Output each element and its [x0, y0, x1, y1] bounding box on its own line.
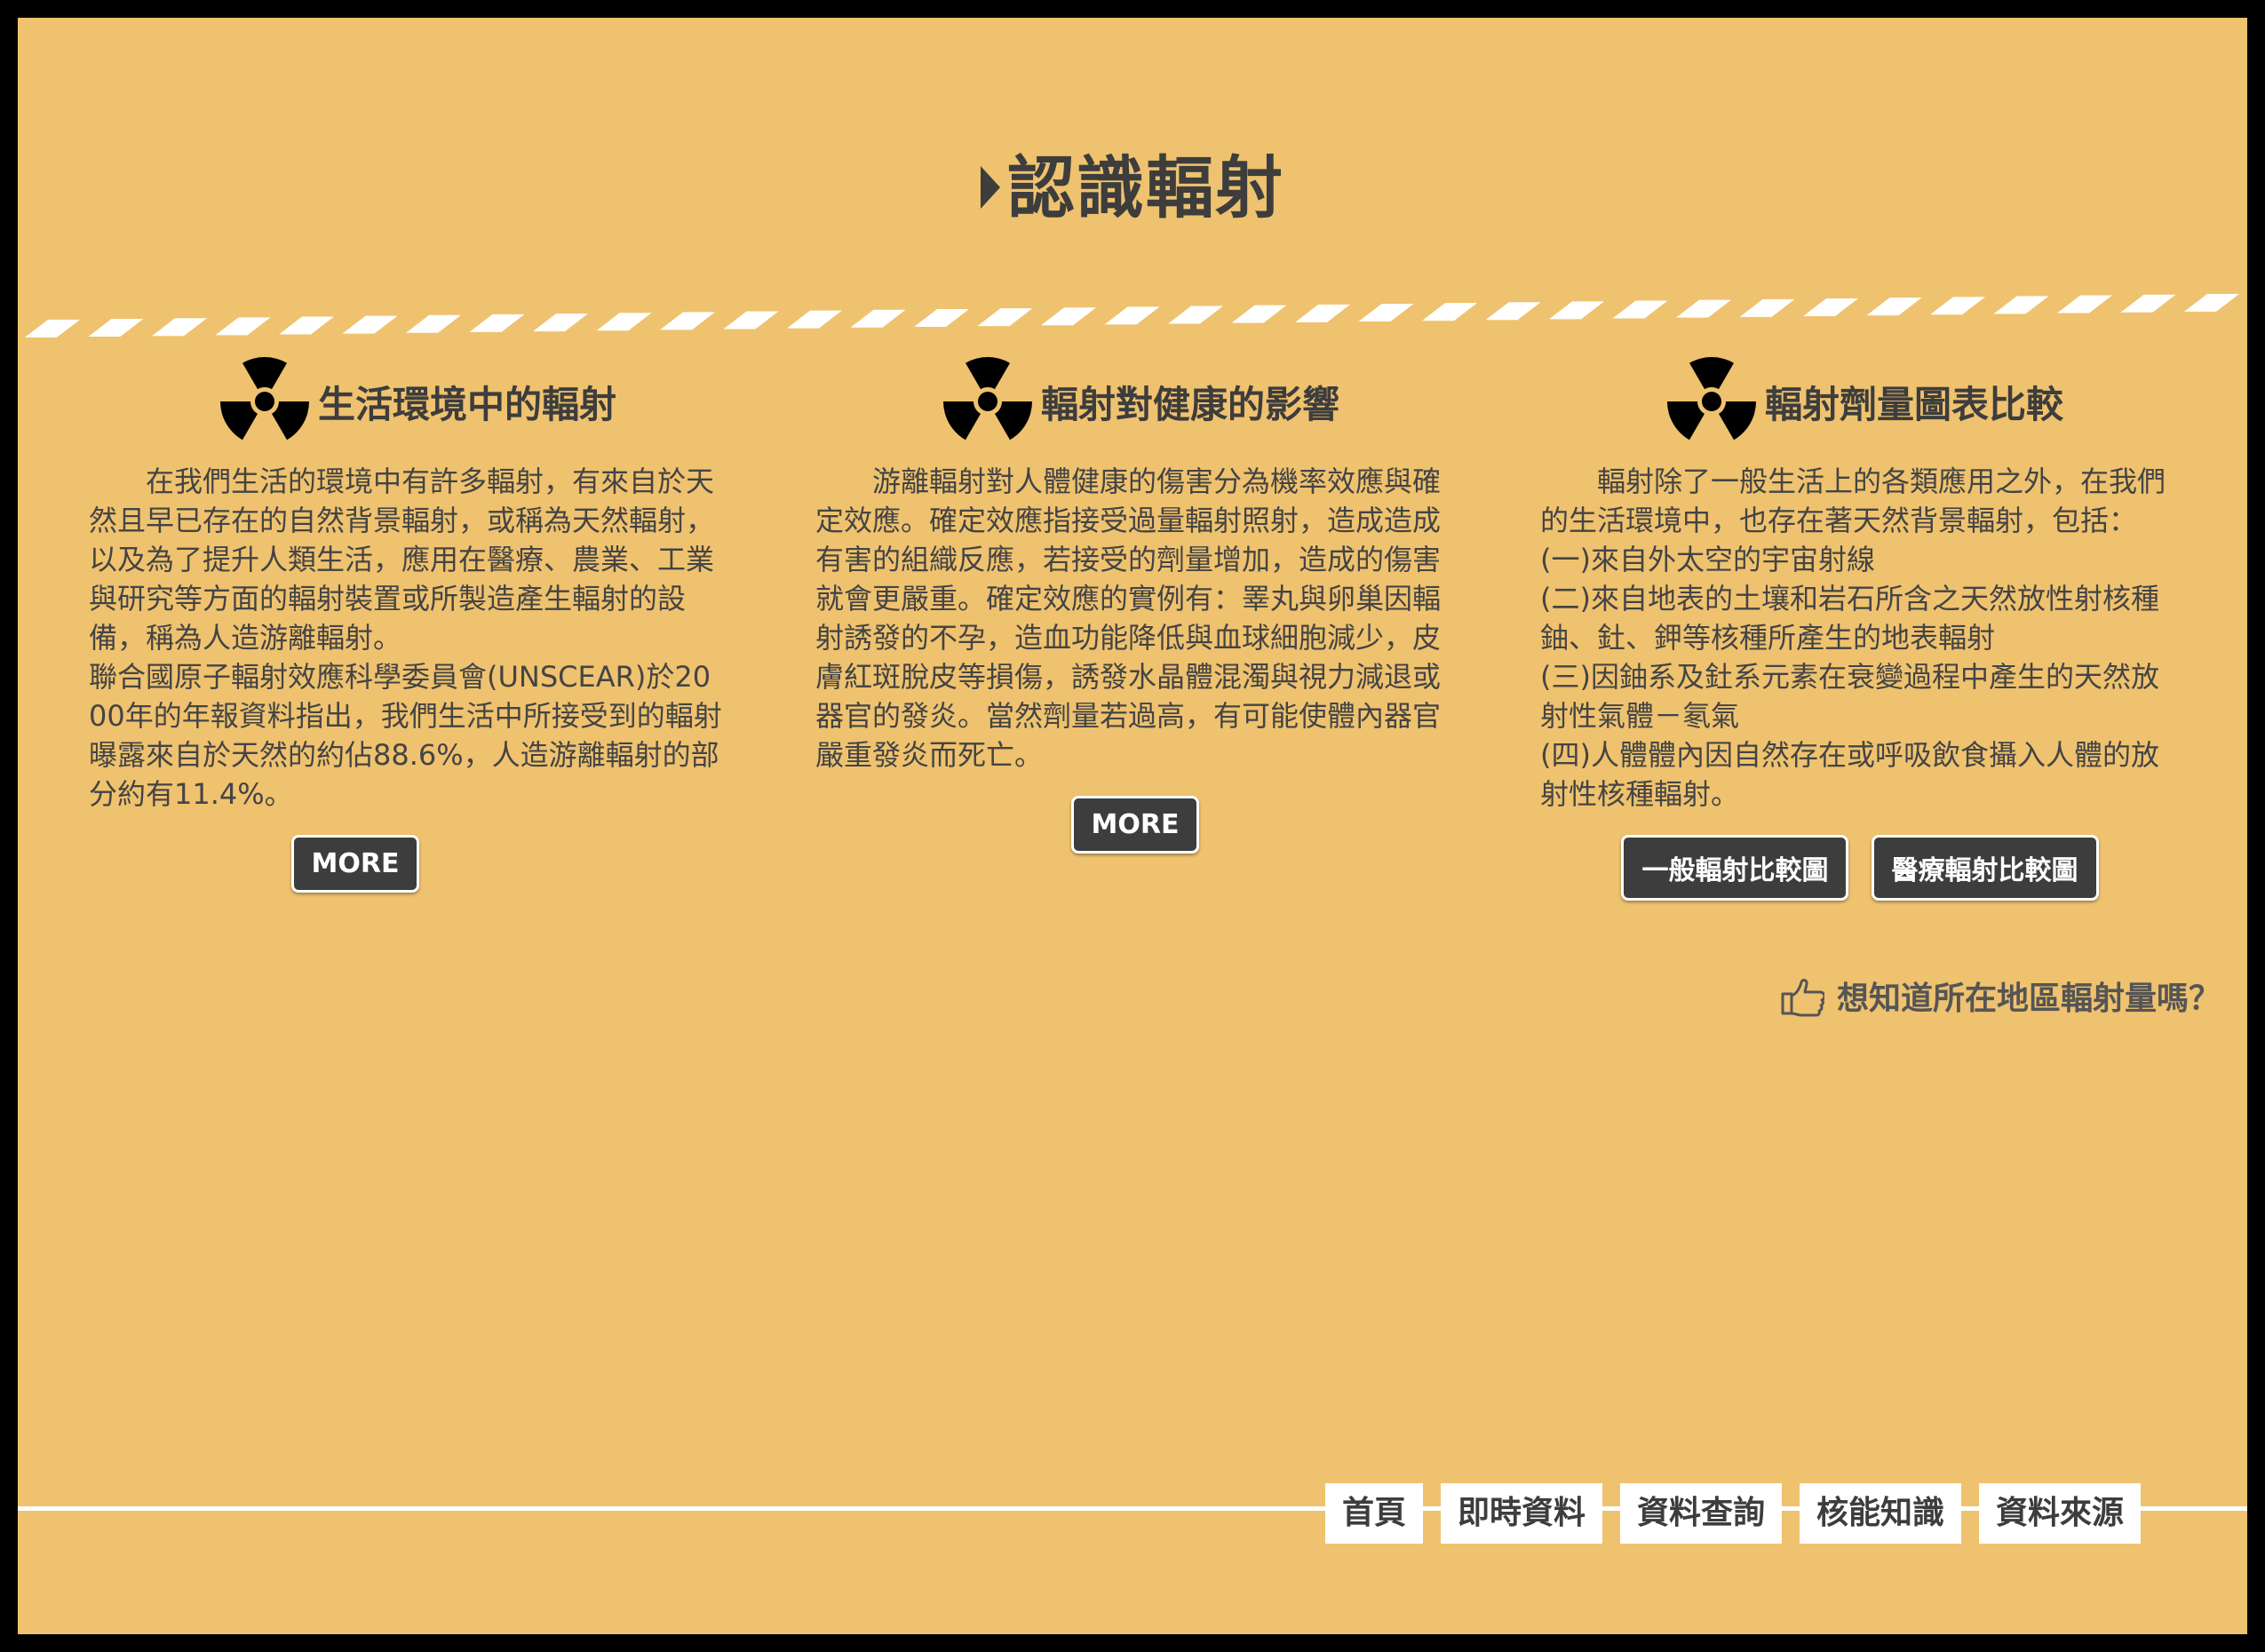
hazard-stripe-dash — [1422, 303, 1477, 322]
nav-data-query[interactable]: 資料查詢 — [1620, 1483, 1782, 1544]
section-paragraph: (一)來自外太空的宇宙射線 — [1540, 543, 1875, 576]
hazard-stripe-dash — [1612, 300, 1668, 319]
section-living-environment: 生活環境中的輻射 在我們生活的環境中有許多輻射，有來自於天然且早已存在的自然背景… — [89, 355, 728, 893]
nav-realtime-data[interactable]: 即時資料 — [1441, 1483, 1602, 1544]
hazard-stripe-dash — [2120, 294, 2176, 313]
radiation-icon — [943, 357, 1032, 441]
section-paragraph: 游離輻射對人體健康的傷害分為機率效應與確定效應。確定效應指接受過量輻射照射，造成… — [815, 465, 1442, 772]
section-header: 輻射劑量圖表比較 — [1540, 355, 2180, 462]
triangle-arrow-icon — [981, 166, 1000, 209]
section-header: 生活環境中的輻射 — [89, 355, 728, 462]
section-body: 游離輻射對人體健康的傷害分為機率效應與確定效應。確定效應指接受過量輻射照射，造成… — [815, 462, 1455, 774]
section-title: 生活環境中的輻射 — [318, 383, 617, 426]
section-header: 輻射對健康的影響 — [815, 355, 1455, 462]
page-title: 認識輻射 — [18, 133, 2247, 231]
more-button[interactable]: MORE — [1070, 796, 1200, 854]
hazard-stripe-dash — [1676, 299, 1731, 318]
button-row: 一般輻射比較圖 醫療輻射比較圖 — [1540, 835, 2180, 901]
hazard-stripe-dash — [787, 310, 842, 329]
hazard-stripe-dash — [1295, 304, 1350, 322]
section-paragraph: 在我們生活的環境中有許多輻射，有來自於天然且早已存在的自然背景輻射，或稱為天然輻… — [89, 465, 715, 655]
section-title: 輻射對健康的影響 — [1041, 383, 1340, 426]
hazard-stripe-dash — [469, 314, 525, 332]
region-link-label: 想知道所在地區輻射量嗎？ — [1836, 981, 2221, 1017]
hazard-stripe-dash — [723, 311, 779, 330]
hazard-stripe-dash — [2184, 293, 2239, 312]
radiation-icon — [220, 357, 309, 441]
section-dose-comparison: 輻射劑量圖表比較 輻射除了一般生活上的各類應用之外，在我們的生活環境中，也存在著… — [1540, 355, 2180, 901]
hazard-stripe-dash — [1168, 306, 1223, 324]
hazard-stripe-dash — [1231, 305, 1287, 323]
hazard-stripe-dash — [406, 314, 461, 333]
button-row: MORE — [89, 835, 622, 893]
section-body: 輻射除了一般生活上的各類應用之外，在我們的生活環境中，也存在著天然背景輻射，包括… — [1540, 462, 2180, 814]
hazard-stripe-dash — [1358, 303, 1414, 322]
section-paragraph: 聯合國原子輻射效應科學委員會(UNSCEAR)於2000年的年報資料指出，我們生… — [89, 660, 722, 811]
section-health-effects: 輻射對健康的影響 游離輻射對人體健康的傷害分為機率效應與確定效應。確定效應指接受… — [815, 355, 1455, 854]
hazard-stripe-dash — [2057, 295, 2112, 314]
hazard-stripe-dash — [977, 308, 1033, 327]
radiation-icon — [1667, 357, 1756, 441]
button-row: MORE — [815, 796, 1455, 854]
section-title: 輻射劑量圖表比較 — [1765, 383, 2064, 426]
page-frame: 認識輻射 生活環境中的輻射 在我們生活的環境中有許多輻射，有來自於天然且早已存在… — [18, 18, 2247, 1634]
hazard-stripe-dash — [152, 318, 207, 337]
hazard-stripe-dash — [1803, 298, 1858, 316]
section-paragraph: (二)來自地表的土壤和岩石所含之天然放性射核種鈾、釷、鉀等核種所產生的地表輻射 — [1540, 582, 2159, 655]
medical-radiation-chart-button[interactable]: 醫療輻射比較圖 — [1871, 835, 2099, 901]
pointing-hand-icon — [1781, 979, 1826, 1017]
hazard-stripe-dash — [25, 319, 80, 338]
hazard-stripe-dash — [1549, 301, 1604, 320]
hazard-stripe-dash — [342, 315, 398, 334]
nav-nuclear-knowledge[interactable]: 核能知識 — [1800, 1483, 1961, 1544]
hazard-stripe-dash — [850, 309, 906, 328]
more-button[interactable]: MORE — [290, 835, 420, 893]
hazard-stripe-dash — [1739, 298, 1795, 317]
section-paragraph: 輻射除了一般生活上的各類應用之外，在我們的生活環境中，也存在著天然背景輻射，包括… — [1540, 465, 2166, 537]
hazard-stripe-dash — [1104, 306, 1160, 325]
hazard-stripe-dash — [914, 308, 969, 327]
hazard-stripe-dash — [1041, 307, 1096, 326]
hazard-stripe-dash — [596, 313, 652, 331]
section-paragraph: (三)因鈾系及釷系元素在衰變過程中產生的天然放射性氣體－氡氣 — [1540, 660, 2159, 733]
hazard-stripe-dash — [88, 319, 144, 338]
hazard-stripe-dash — [1485, 302, 1541, 321]
page-title-text: 認識輻射 — [1007, 148, 1284, 227]
region-radiation-link[interactable]: 想知道所在地區輻射量嗎？ — [1780, 973, 2221, 1020]
hazard-stripe-dash — [660, 312, 715, 330]
section-paragraph: (四)人體體內因自然存在或呼吸飲食攝入人體的放射性核種輻射。 — [1540, 738, 2159, 811]
hazard-stripe — [25, 293, 2239, 338]
hazard-stripe-dash — [215, 317, 271, 336]
hazard-stripe-dash — [1866, 298, 1922, 316]
hazard-stripe-dash — [533, 314, 588, 332]
hazard-stripe-dash — [1930, 297, 1985, 315]
nav-home[interactable]: 首頁 — [1325, 1483, 1423, 1544]
nav-data-sources[interactable]: 資料來源 — [1979, 1483, 2141, 1544]
hazard-stripe-dash — [279, 316, 334, 335]
general-radiation-chart-button[interactable]: 一般輻射比較圖 — [1621, 835, 1849, 901]
section-body: 在我們生活的環境中有許多輻射，有來自於天然且早已存在的自然背景輻射，或稱為天然輻… — [89, 462, 728, 814]
hazard-stripe-dash — [1993, 296, 2049, 314]
